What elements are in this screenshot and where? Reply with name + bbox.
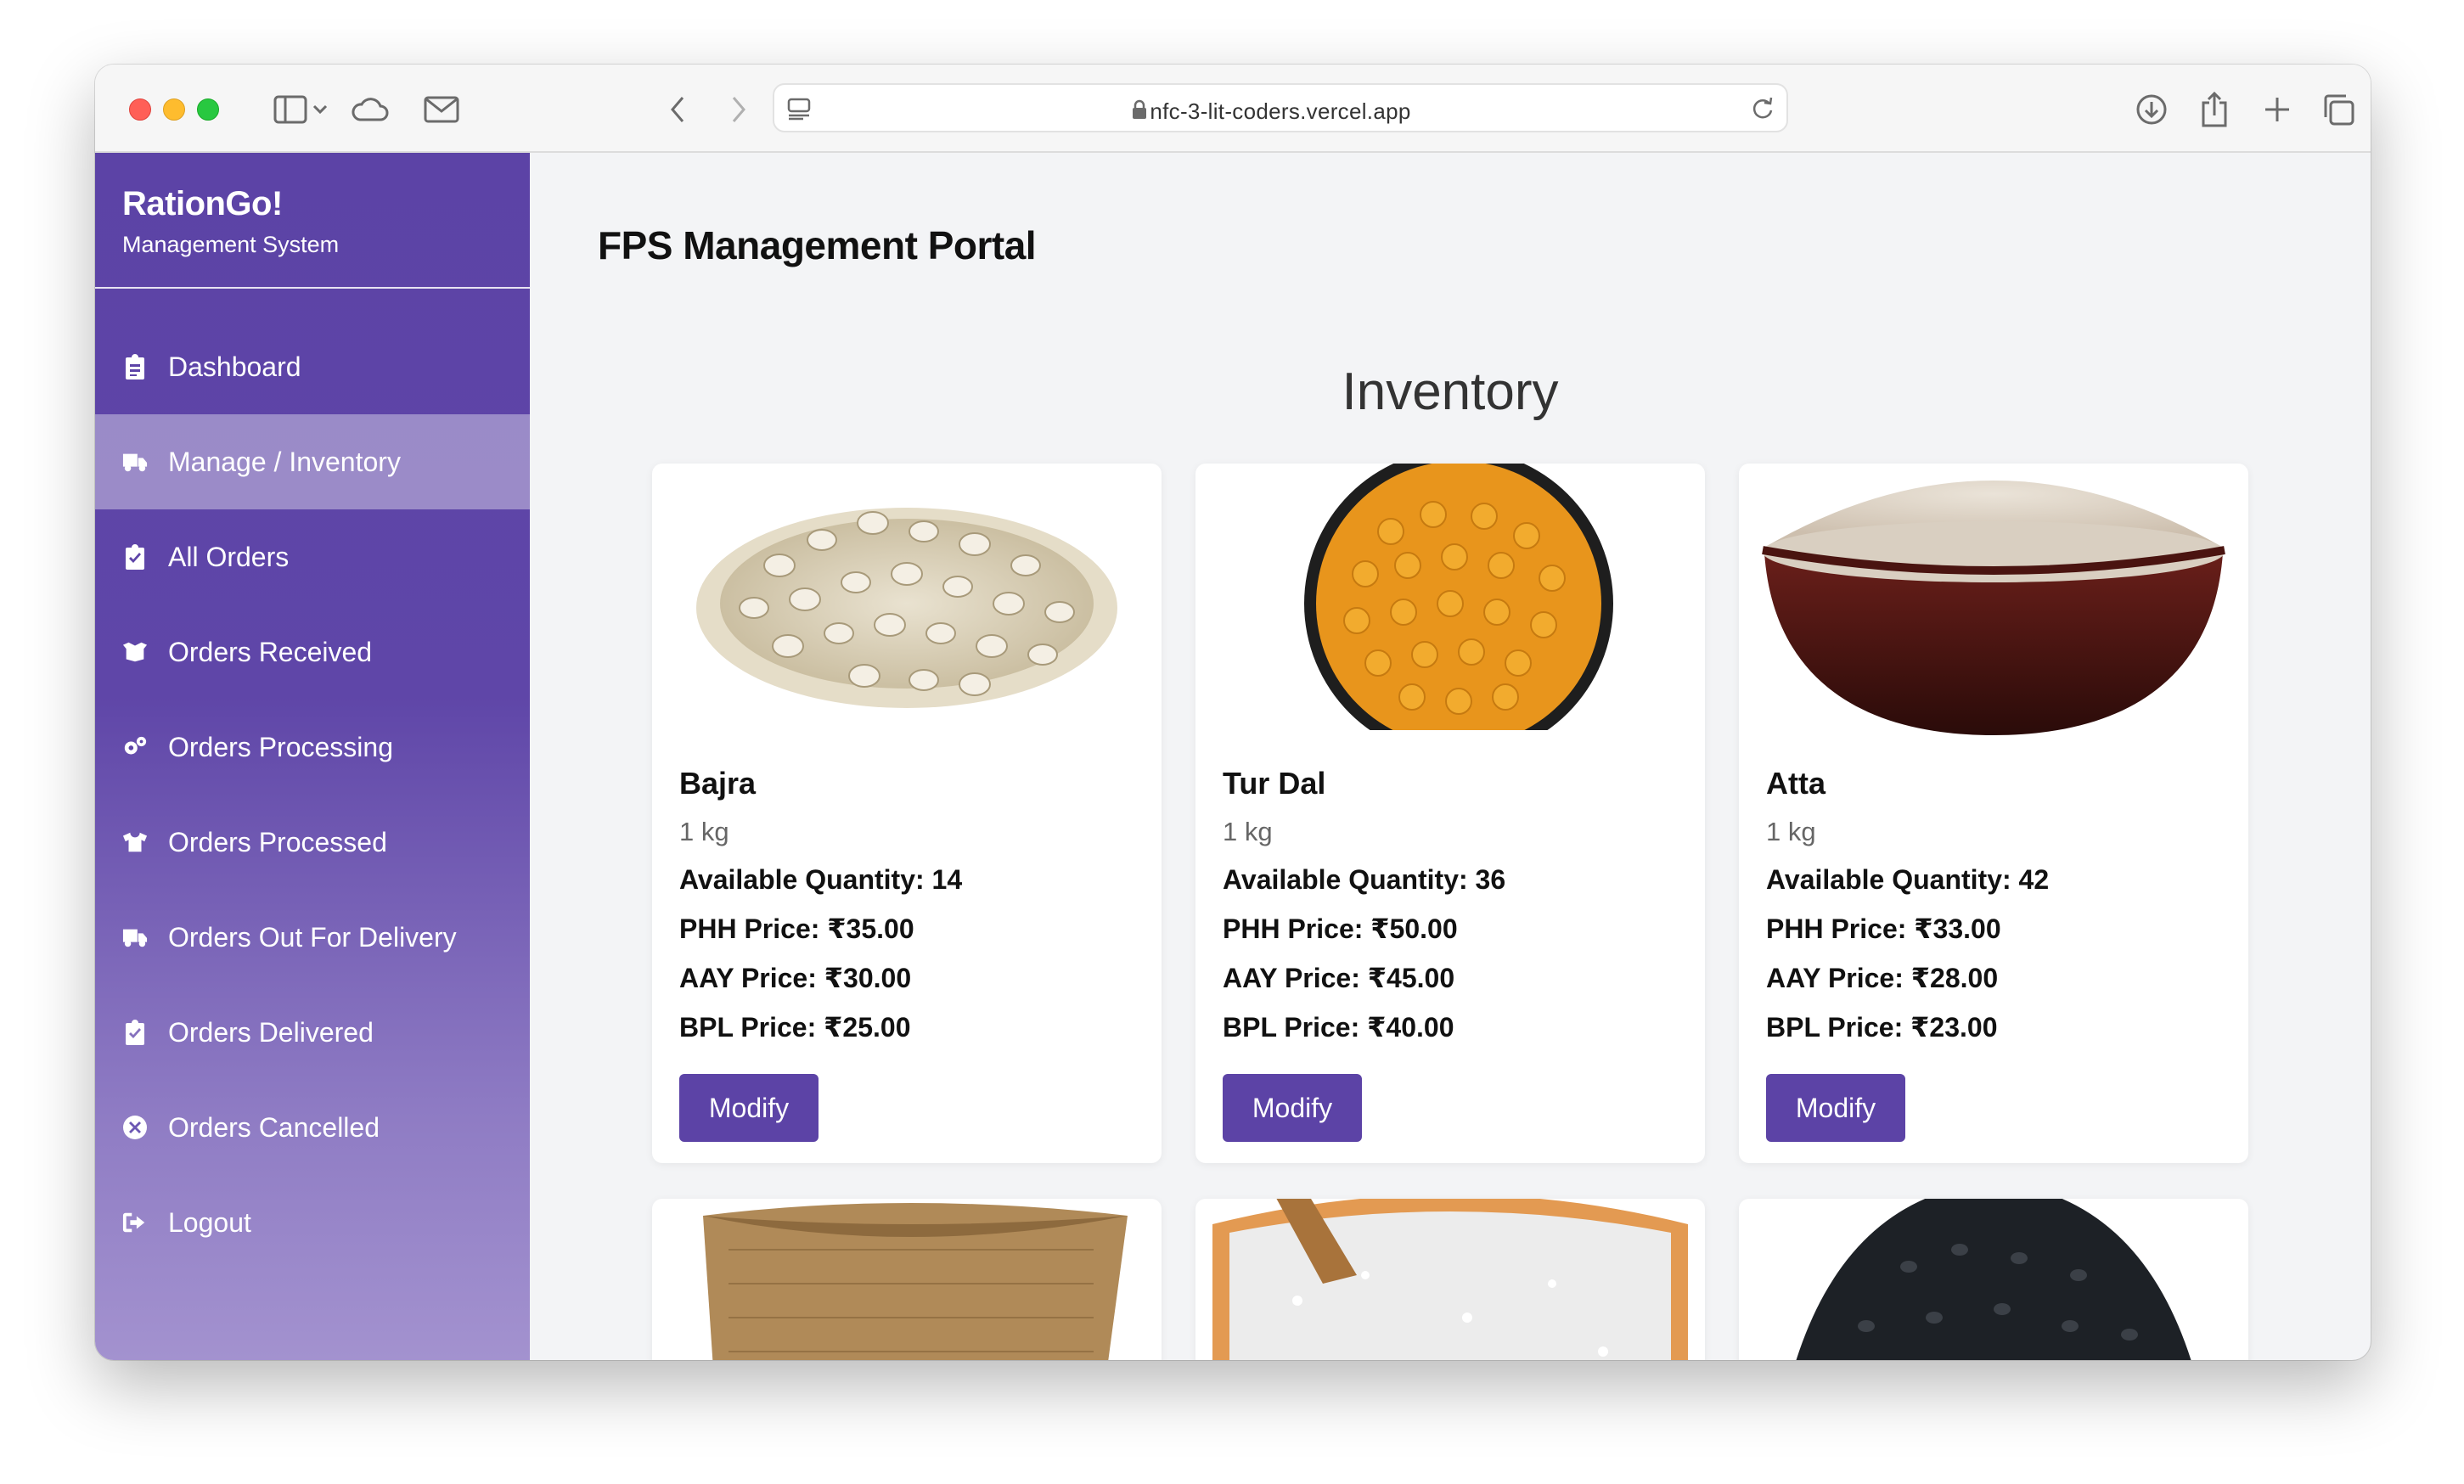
phh-price: PHH Price: ₹50.00: [1223, 913, 1458, 944]
available-quantity: Available Quantity: 14: [679, 864, 963, 895]
inventory-heading: Inventory: [1342, 363, 1559, 421]
product-unit: 1 kg: [1766, 817, 1816, 846]
sidebar-item-manage-inventory[interactable]: Manage / Inventory: [95, 414, 530, 509]
close-window-button[interactable]: [129, 98, 151, 121]
download-icon[interactable]: [2131, 90, 2172, 129]
share-icon[interactable]: [2194, 90, 2235, 129]
back-icon[interactable]: [657, 90, 698, 129]
sidebar-item-orders-processed[interactable]: Orders Processed: [95, 795, 530, 890]
jute-sack-image: [652, 1199, 1162, 1360]
brand: RationGo! Management System: [95, 153, 530, 289]
new-tab-icon[interactable]: [2257, 90, 2298, 129]
circle-x-icon: [122, 1115, 148, 1140]
sidebar-item-all-orders[interactable]: All Orders: [95, 509, 530, 604]
modify-button[interactable]: Modify: [1223, 1074, 1362, 1142]
brand-subtitle: Management System: [122, 232, 340, 257]
shirt-icon: [122, 829, 148, 855]
sugar-bowl-image: [1195, 1199, 1705, 1360]
aay-price: AAY Price: ₹28.00: [1766, 963, 1999, 993]
sidebar-item-label: Dashboard: [168, 351, 301, 382]
box-open-icon: [122, 639, 148, 665]
sidebar-item-orders-out-for-delivery[interactable]: Orders Out For Delivery: [95, 890, 530, 985]
black-urad-image: [1739, 1199, 2248, 1360]
sidebar-nav: Dashboard Manage / Inventory All Orders …: [95, 319, 530, 1270]
modify-button[interactable]: Modify: [1766, 1074, 1905, 1142]
available-quantity: Available Quantity: 36: [1223, 864, 1506, 895]
sidebar-item-orders-delivered[interactable]: Orders Delivered: [95, 985, 530, 1080]
gears-icon: [122, 734, 148, 760]
product-name: Tur Dal: [1223, 766, 1326, 801]
url-text: nfc-3-lit-coders.vercel.app: [1150, 98, 1411, 124]
sidebar-item-label: Orders Processing: [168, 731, 393, 762]
browser-window: nfc-3-lit-coders.vercel.app RationGo! Ma…: [95, 65, 2371, 1360]
phh-price: PHH Price: ₹35.00: [679, 913, 914, 944]
tab-overview-icon[interactable]: [2318, 90, 2359, 129]
bpl-price: BPL Price: ₹40.00: [1223, 1012, 1454, 1043]
sidebar-item-label: Orders Cancelled: [168, 1111, 380, 1143]
minimize-window-button[interactable]: [163, 98, 185, 121]
phh-price: PHH Price: ₹33.00: [1766, 913, 2001, 944]
aay-price: AAY Price: ₹45.00: [1223, 963, 1455, 993]
sidebar-item-label: Orders Delivered: [168, 1016, 374, 1048]
aay-price: AAY Price: ₹30.00: [679, 963, 912, 993]
product-card: [1739, 1199, 2248, 1360]
sidebar-item-orders-received[interactable]: Orders Received: [95, 604, 530, 700]
product-card: [1195, 1199, 1705, 1360]
sidebar-item-label: All Orders: [168, 541, 290, 572]
delivery-truck-icon: [122, 925, 148, 950]
bajra-grains-image: [652, 464, 1162, 735]
main-content: FPS Management Portal Inventory Bajra 1 …: [530, 153, 2371, 1360]
sidebar-item-label: Logout: [168, 1206, 251, 1238]
atta-flour-bowl-image: [1739, 464, 2248, 735]
bpl-price: BPL Price: ₹23.00: [1766, 1012, 1998, 1043]
brand-title: RationGo!: [122, 185, 283, 222]
icloud-icon[interactable]: [350, 90, 391, 129]
sidebar-item-orders-cancelled[interactable]: Orders Cancelled: [95, 1080, 530, 1175]
forward-icon[interactable]: [718, 90, 759, 129]
sign-out-icon: [122, 1210, 148, 1235]
clipboard-list-icon: [122, 354, 148, 379]
product-unit: 1 kg: [679, 817, 729, 846]
product-card: Tur Dal 1 kg Available Quantity: 36 PHH …: [1195, 464, 1705, 1163]
sidebar: RationGo! Management System Dashboard Ma…: [95, 153, 530, 1360]
product-card: Atta 1 kg Available Quantity: 42 PHH Pri…: [1739, 464, 2248, 1163]
reload-icon[interactable]: [1751, 97, 1775, 125]
product-unit: 1 kg: [1223, 817, 1273, 846]
bpl-price: BPL Price: ₹25.00: [679, 1012, 911, 1043]
tur-dal-bowl-image: [1195, 464, 1705, 735]
clipboard-check-icon: [122, 544, 148, 570]
product-card: Bajra 1 kg Available Quantity: 14 PHH Pr…: [652, 464, 1162, 1163]
zoom-window-button[interactable]: [197, 98, 219, 121]
truck-icon: [122, 449, 148, 475]
sidebar-toggle-icon[interactable]: [270, 90, 311, 129]
clipboard-check-icon: [122, 1020, 148, 1045]
sidebar-item-label: Orders Received: [168, 636, 373, 667]
sidebar-item-label: Orders Processed: [168, 826, 387, 857]
sidebar-item-orders-processing[interactable]: Orders Processing: [95, 700, 530, 795]
sidebar-item-label: Orders Out For Delivery: [168, 921, 457, 953]
sidebar-item-label: Manage / Inventory: [168, 446, 401, 477]
sidebar-item-logout[interactable]: Logout: [95, 1175, 530, 1270]
mail-icon[interactable]: [421, 90, 462, 129]
sidebar-item-dashboard[interactable]: Dashboard: [95, 319, 530, 414]
available-quantity: Available Quantity: 42: [1766, 864, 2050, 895]
page-title: FPS Management Portal: [598, 223, 1037, 267]
modify-button[interactable]: Modify: [679, 1074, 819, 1142]
product-name: Bajra: [679, 766, 757, 801]
address-bar[interactable]: nfc-3-lit-coders.vercel.app: [773, 83, 1788, 132]
browser-toolbar: nfc-3-lit-coders.vercel.app: [95, 65, 2371, 153]
product-name: Atta: [1766, 766, 1825, 801]
product-card: [652, 1199, 1162, 1360]
chevron-down-icon[interactable]: [307, 90, 333, 129]
